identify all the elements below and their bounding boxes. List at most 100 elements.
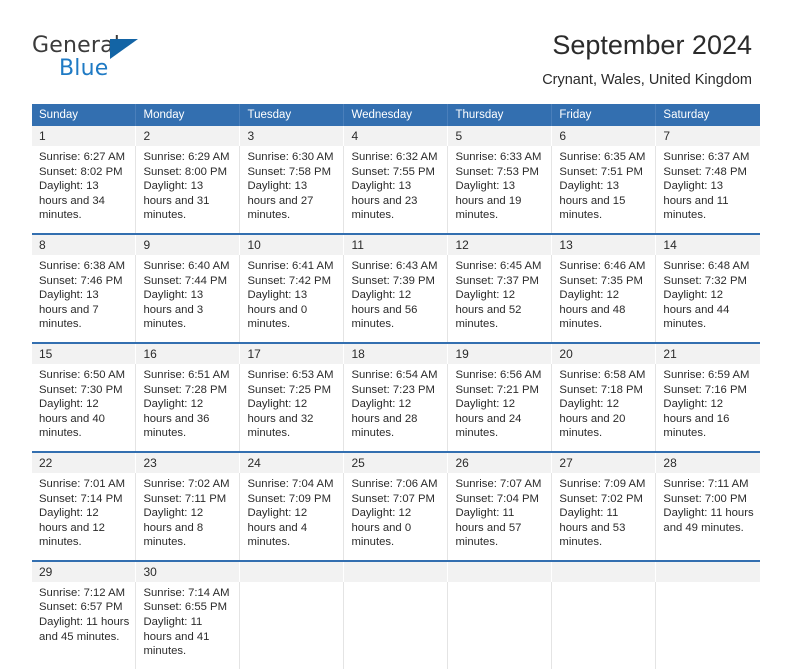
day-number[interactable]: 6 [551,126,657,146]
day-number[interactable]: 22 [32,452,137,473]
day-cell[interactable]: Sunrise: 6:50 AM Sunset: 7:30 PM Dayligh… [32,363,137,451]
day-number[interactable]: 2 [135,126,241,146]
day-cell[interactable]: Sunrise: 6:33 AM Sunset: 7:53 PM Dayligh… [447,146,553,233]
day-cell[interactable]: Sunrise: 7:01 AM Sunset: 7:14 PM Dayligh… [32,472,137,560]
sunset-text: Sunset: 7:48 PM [663,165,747,178]
day-cell[interactable]: Sunrise: 6:32 AM Sunset: 7:55 PM Dayligh… [343,146,449,233]
daylight-text: Daylight: 12 hours and 32 minutes. [247,398,314,440]
day-number[interactable]: 10 [239,234,345,255]
day-number[interactable]: 9 [135,234,241,255]
day-cell-empty [447,581,553,669]
day-cell[interactable]: Sunrise: 6:35 AM Sunset: 7:51 PM Dayligh… [551,146,657,233]
sunset-text: Sunset: 7:58 PM [247,165,331,178]
day-number[interactable]: 20 [551,343,657,364]
day-cell[interactable]: Sunrise: 6:51 AM Sunset: 7:28 PM Dayligh… [135,363,241,451]
sunset-text: Sunset: 7:02 PM [559,492,643,505]
sunrise-text: Sunrise: 6:32 AM [351,151,438,163]
day-cell[interactable]: Sunrise: 6:40 AM Sunset: 7:44 PM Dayligh… [135,254,241,342]
sunrise-text: Sunrise: 7:12 AM [39,586,126,599]
week-row-daynumbers: 1 2 3 4 5 6 7 [32,126,760,146]
day-number[interactable]: 21 [655,343,760,364]
day-number[interactable]: 23 [135,452,241,473]
day-number[interactable]: 24 [239,452,345,473]
logo-text-general: General [32,33,121,58]
day-number[interactable]: 19 [447,343,553,364]
day-number[interactable]: 17 [239,343,345,364]
sunset-text: Sunset: 8:02 PM [39,165,123,178]
sunrise-sunset-calendar: Sunday Monday Tuesday Wednesday Thursday… [32,104,760,669]
daylight-text: Daylight: 12 hours and 48 minutes. [559,289,626,331]
day-cell[interactable]: Sunrise: 6:27 AM Sunset: 8:02 PM Dayligh… [32,146,137,233]
daylight-text: Daylight: 12 hours and 44 minutes. [663,289,730,331]
day-cell[interactable]: Sunrise: 6:59 AM Sunset: 7:16 PM Dayligh… [655,363,760,451]
day-number[interactable]: 28 [655,452,760,473]
day-cell[interactable]: Sunrise: 6:54 AM Sunset: 7:23 PM Dayligh… [343,363,449,451]
day-number-empty [239,561,345,582]
day-number[interactable]: 30 [135,561,241,582]
day-cell[interactable]: Sunrise: 6:38 AM Sunset: 7:46 PM Dayligh… [32,254,137,342]
day-cell[interactable]: Sunrise: 6:45 AM Sunset: 7:37 PM Dayligh… [447,254,553,342]
day-cell[interactable]: Sunrise: 6:48 AM Sunset: 7:32 PM Dayligh… [655,254,760,342]
week-row-details: Sunrise: 6:50 AM Sunset: 7:30 PM Dayligh… [32,363,760,451]
day-number[interactable]: 15 [32,343,137,364]
day-cell[interactable]: Sunrise: 6:29 AM Sunset: 8:00 PM Dayligh… [135,146,241,233]
sunset-text: Sunset: 7:09 PM [247,492,331,505]
day-cell[interactable]: Sunrise: 7:12 AM Sunset: 6:57 PM Dayligh… [32,581,137,669]
day-number[interactable]: 8 [32,234,137,255]
day-cell[interactable]: Sunrise: 6:41 AM Sunset: 7:42 PM Dayligh… [239,254,345,342]
day-cell[interactable]: Sunrise: 7:02 AM Sunset: 7:11 PM Dayligh… [135,472,241,560]
day-cell[interactable]: Sunrise: 6:43 AM Sunset: 7:39 PM Dayligh… [343,254,449,342]
day-cell[interactable]: Sunrise: 7:06 AM Sunset: 7:07 PM Dayligh… [343,472,449,560]
title-block: September 2024 Crynant, Wales, United Ki… [542,28,752,90]
sunrise-text: Sunrise: 6:35 AM [559,151,646,163]
day-number[interactable]: 11 [343,234,449,255]
day-number[interactable]: 18 [343,343,449,364]
sunset-text: Sunset: 7:23 PM [351,383,435,396]
day-cell[interactable]: Sunrise: 7:14 AM Sunset: 6:55 PM Dayligh… [135,581,241,669]
daylight-text: Daylight: 13 hours and 7 minutes. [39,289,99,331]
day-number[interactable]: 14 [655,234,760,255]
daylight-text: Daylight: 12 hours and 56 minutes. [351,289,418,331]
day-number[interactable]: 12 [447,234,553,255]
sunset-text: Sunset: 7:16 PM [663,383,747,396]
day-number[interactable]: 1 [32,126,137,146]
sunrise-text: Sunrise: 6:51 AM [143,368,230,381]
day-cell[interactable]: Sunrise: 6:30 AM Sunset: 7:58 PM Dayligh… [239,146,345,233]
daylight-text: Daylight: 13 hours and 19 minutes. [455,180,522,222]
week-row-details: Sunrise: 6:38 AM Sunset: 7:46 PM Dayligh… [32,254,760,342]
day-number[interactable]: 7 [655,126,760,146]
week-row-daynumbers: 22 23 24 25 26 27 28 [32,452,760,473]
day-cell-empty [239,581,345,669]
week-row-details: Sunrise: 7:12 AM Sunset: 6:57 PM Dayligh… [32,581,760,669]
daylight-text: Daylight: 13 hours and 3 minutes. [143,289,204,331]
day-cell[interactable]: Sunrise: 7:04 AM Sunset: 7:09 PM Dayligh… [239,472,345,560]
day-cell[interactable]: Sunrise: 6:46 AM Sunset: 7:35 PM Dayligh… [551,254,657,342]
daylight-text: Daylight: 12 hours and 20 minutes. [559,398,626,440]
week-row-details: Sunrise: 7:01 AM Sunset: 7:14 PM Dayligh… [32,472,760,560]
day-number[interactable]: 3 [239,126,345,146]
sunrise-text: Sunrise: 7:07 AM [455,477,542,490]
day-cell[interactable]: Sunrise: 6:37 AM Sunset: 7:48 PM Dayligh… [655,146,760,233]
day-cell[interactable]: Sunrise: 6:56 AM Sunset: 7:21 PM Dayligh… [447,363,553,451]
calendar-page: General Blue September 2024 Crynant, Wal… [0,0,792,669]
sunset-text: Sunset: 7:07 PM [351,492,435,505]
day-cell[interactable]: Sunrise: 7:07 AM Sunset: 7:04 PM Dayligh… [447,472,553,560]
sunset-text: Sunset: 7:04 PM [455,492,539,505]
day-number[interactable]: 29 [32,561,137,582]
day-number[interactable]: 13 [551,234,657,255]
day-number[interactable]: 25 [343,452,449,473]
sunrise-text: Sunrise: 6:43 AM [351,259,438,272]
day-cell[interactable]: Sunrise: 6:53 AM Sunset: 7:25 PM Dayligh… [239,363,345,451]
day-number[interactable]: 27 [551,452,657,473]
day-number[interactable]: 4 [343,126,449,146]
day-number[interactable]: 5 [447,126,553,146]
daylight-text: Daylight: 13 hours and 23 minutes. [351,180,418,222]
day-cell[interactable]: Sunrise: 7:11 AM Sunset: 7:00 PM Dayligh… [655,472,760,560]
day-cell[interactable]: Sunrise: 7:09 AM Sunset: 7:02 PM Dayligh… [551,472,657,560]
sunset-text: Sunset: 7:30 PM [39,383,123,396]
sunrise-text: Sunrise: 6:41 AM [247,259,334,272]
day-number[interactable]: 16 [135,343,241,364]
week-row-details: Sunrise: 6:27 AM Sunset: 8:02 PM Dayligh… [32,146,760,233]
day-cell[interactable]: Sunrise: 6:58 AM Sunset: 7:18 PM Dayligh… [551,363,657,451]
day-number[interactable]: 26 [447,452,553,473]
